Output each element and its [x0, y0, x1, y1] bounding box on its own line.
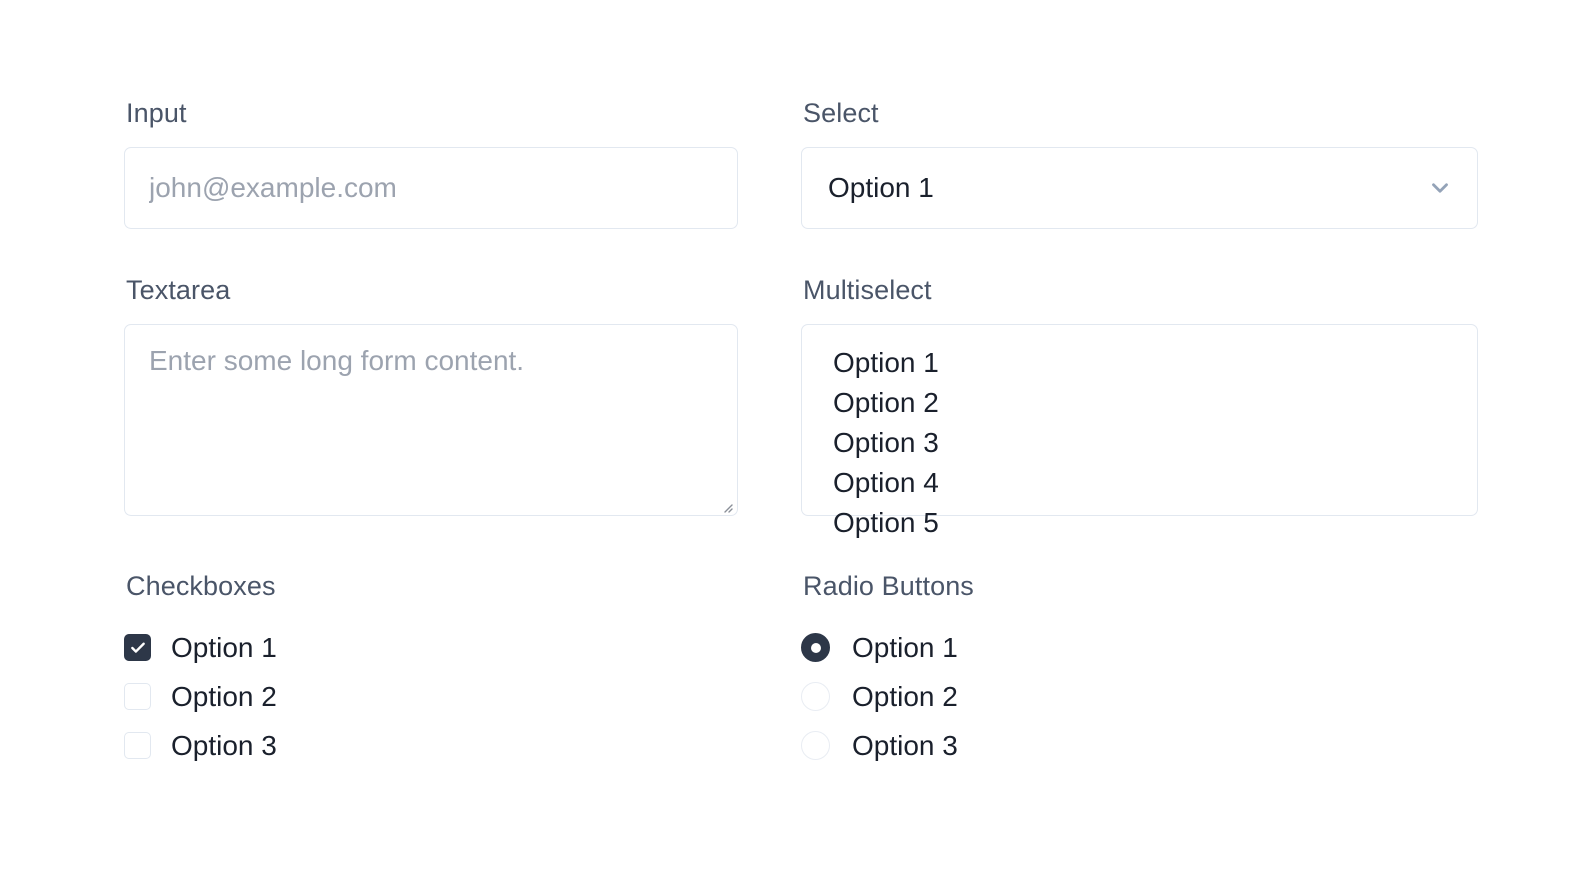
checkbox-label: Option 3: [171, 729, 277, 761]
field-input: Input: [124, 96, 738, 229]
textarea-label: Textarea: [126, 275, 231, 305]
list-item[interactable]: Option 3: [802, 423, 1477, 463]
longform-textarea[interactable]: [124, 324, 738, 516]
form-row-3: Checkboxes Option 1 Option 2 Option 3 Ra…: [124, 569, 1478, 770]
field-select: Select Option 1: [801, 96, 1478, 229]
input-label: Input: [126, 98, 187, 128]
radio-label: Option 1: [852, 631, 958, 663]
checkbox-label: Option 2: [171, 680, 277, 712]
checkbox-label: Option 1: [171, 631, 277, 663]
radio-selected-icon[interactable]: [801, 633, 830, 662]
checkbox-row[interactable]: Option 3: [124, 721, 738, 770]
form-row-2: Textarea Multiselect Option 1 Option 2 O…: [124, 273, 1478, 538]
radio-row[interactable]: Option 2: [801, 672, 1478, 721]
radio-unselected-icon[interactable]: [801, 682, 830, 711]
radio-group: Option 1 Option 2 Option 3: [801, 623, 1478, 770]
list-item[interactable]: Option 4: [802, 463, 1477, 503]
list-item[interactable]: Option 5: [802, 503, 1477, 543]
textarea-wrapper: [124, 324, 738, 516]
field-checkboxes: Checkboxes Option 1 Option 2 Option 3: [124, 569, 738, 770]
radios-label: Radio Buttons: [803, 571, 974, 601]
checkbox-unchecked-icon[interactable]: [124, 732, 151, 759]
field-multiselect: Multiselect Option 1 Option 2 Option 3 O…: [801, 273, 1478, 538]
multiselect-option-list: Option 1 Option 2 Option 3 Option 4 Opti…: [802, 343, 1477, 543]
checkboxes-label: Checkboxes: [126, 571, 276, 601]
multiselect-listbox[interactable]: Option 1 Option 2 Option 3 Option 4 Opti…: [801, 324, 1478, 538]
radio-row[interactable]: Option 3: [801, 721, 1478, 770]
checkbox-row[interactable]: Option 1: [124, 623, 738, 672]
form-row-1: Input Select Option 1: [124, 96, 1478, 229]
list-item[interactable]: Option 2: [802, 383, 1477, 423]
checkbox-row[interactable]: Option 2: [124, 672, 738, 721]
select-selected-value: Option 1: [828, 172, 934, 203]
radio-label: Option 3: [852, 729, 958, 761]
checkbox-group: Option 1 Option 2 Option 3: [124, 623, 738, 770]
field-radios: Radio Buttons Option 1 Option 2 Option 3: [801, 569, 1478, 770]
select-dropdown[interactable]: Option 1: [801, 147, 1478, 229]
select-label: Select: [803, 98, 879, 128]
checkbox-unchecked-icon[interactable]: [124, 683, 151, 710]
checkbox-checked-icon[interactable]: [124, 634, 151, 661]
field-textarea: Textarea: [124, 273, 738, 516]
radio-label: Option 2: [852, 680, 958, 712]
form-container: Input Select Option 1 Textarea: [124, 96, 1478, 770]
list-item[interactable]: Option 1: [802, 343, 1477, 383]
chevron-down-icon: [1427, 175, 1453, 201]
multiselect-label: Multiselect: [803, 275, 932, 305]
email-input[interactable]: [124, 147, 738, 229]
radio-unselected-icon[interactable]: [801, 731, 830, 760]
radio-row[interactable]: Option 1: [801, 623, 1478, 672]
